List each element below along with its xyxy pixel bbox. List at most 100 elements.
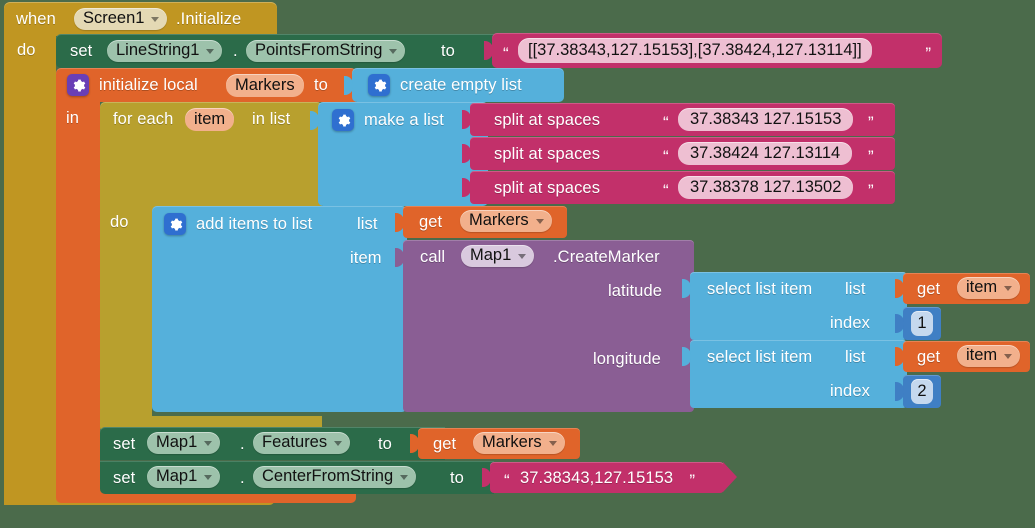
pointsfromstring-dropdown[interactable]: PointsFromString	[246, 40, 406, 62]
text-block-tail	[723, 462, 737, 492]
quote-open: “	[503, 44, 509, 63]
markers-dropdown[interactable]: Markers	[473, 432, 565, 454]
dot-separator: .	[233, 42, 238, 60]
item-dropdown-label: item	[966, 346, 998, 364]
split-at-spaces-label: split at spaces	[494, 179, 601, 197]
loop-variable-field[interactable]: item	[185, 108, 235, 131]
get-markers-block[interactable]: get Markers	[395, 206, 567, 238]
to-label: to	[441, 42, 455, 60]
index-number-field[interactable]: 1	[911, 311, 933, 336]
initialize-local-markers-block[interactable]: initialize local Markers to	[56, 68, 358, 102]
dot-separator: .	[240, 469, 245, 487]
select-list-item-longitude-block[interactable]: select list item list index	[682, 340, 907, 408]
set-map1-features-block[interactable]: set Map1 . Features to	[100, 427, 445, 460]
add-items-to-list-block[interactable]: add items to list list item	[152, 206, 407, 412]
markers-dropdown[interactable]: Markers	[460, 210, 552, 232]
item-dropdown[interactable]: item	[957, 345, 1021, 367]
index-number-field[interactable]: 2	[911, 379, 933, 404]
create-empty-list-block[interactable]: create empty list	[344, 68, 564, 102]
get-label: get	[419, 213, 443, 231]
split-text-field[interactable]: 37.38424 127.13114	[678, 142, 853, 165]
for-each-label: for each	[113, 110, 174, 128]
split-text-field[interactable]: 37.38343 127.15153	[678, 108, 854, 131]
for-each-item-block[interactable]: for each item in list	[100, 102, 422, 136]
quote-open: “	[663, 147, 669, 166]
left-plug	[682, 279, 691, 298]
text-socket	[635, 177, 645, 197]
to-label: to	[314, 76, 328, 94]
map1-dropdown-label: Map1	[156, 433, 198, 451]
item-dropdown[interactable]: item	[957, 277, 1021, 299]
set-label: set	[70, 42, 93, 60]
select-list-item-label: select list item	[707, 348, 813, 366]
points-text-field[interactable]: [[37.38343,127.15153],[37.38424,127.1311…	[518, 38, 872, 63]
event-block-screen1-initialize[interactable]: when Screen1 .Initialize	[4, 2, 277, 36]
left-plug	[482, 468, 491, 487]
features-dropdown-label: Features	[262, 433, 328, 451]
quote-close: ”	[925, 44, 931, 63]
map1-dropdown-label: Map1	[156, 467, 198, 485]
initialize-local-label: initialize local	[99, 76, 198, 94]
split-at-spaces-row[interactable]: split at spaces “ 37.38424 127.13114 ”	[462, 137, 895, 170]
event-block-body	[4, 34, 56, 505]
mutator-gear-icon[interactable]	[332, 109, 354, 131]
chevron-down-icon	[518, 253, 527, 259]
split-at-spaces-row[interactable]: split at spaces “ 37.38378 127.13502 ”	[462, 171, 895, 204]
get-markers-features-block[interactable]: get Markers	[410, 428, 580, 459]
map1-dropdown-label: Map1	[470, 246, 512, 264]
do-label: do	[17, 41, 36, 59]
quote-close: ”	[868, 113, 874, 132]
split-text-field[interactable]: 37.38378 127.13502	[678, 176, 854, 199]
blocks-workspace[interactable]: when Screen1 .Initialize do set LineStri…	[0, 0, 1035, 528]
number-block-index-1[interactable]: 1	[895, 307, 941, 340]
left-plug	[395, 213, 404, 232]
text-block-points-from-string[interactable]: “ [[37.38343,127.15153],[37.38424,127.13…	[484, 33, 942, 68]
get-label: get	[433, 435, 457, 453]
left-plug	[895, 382, 904, 401]
in-label: in	[66, 109, 80, 127]
item-dropdown-label: item	[966, 278, 998, 296]
for-each-do-area	[100, 206, 152, 416]
get-item-latitude-block[interactable]: get item	[895, 273, 1030, 304]
map1-dropdown[interactable]: Map1	[147, 432, 221, 454]
features-dropdown[interactable]: Features	[253, 432, 351, 454]
split-at-spaces-label: split at spaces	[494, 145, 601, 163]
center-text-field[interactable]: 37.38343,127.15153	[520, 470, 673, 487]
call-label: call	[420, 248, 446, 266]
left-plug	[344, 76, 353, 95]
index-socket-label: index	[830, 314, 870, 332]
mutator-gear-icon[interactable]	[164, 213, 186, 235]
mutator-gear-icon[interactable]	[368, 74, 390, 96]
map1-dropdown[interactable]: Map1	[147, 466, 221, 488]
quote-open: “	[663, 113, 669, 132]
get-item-longitude-block[interactable]: get item	[895, 341, 1030, 372]
set-map1-centerfromstring-block[interactable]: set Map1 . CenterFromString to	[100, 461, 495, 494]
call-map1-createmarker-block[interactable]: call Map1 .CreateMarker latitude longitu…	[395, 240, 694, 412]
list-socket-label: list	[845, 348, 866, 366]
centerfromstring-dropdown[interactable]: CenterFromString	[253, 466, 417, 488]
markers-variable-field[interactable]: Markers	[226, 74, 304, 97]
chevron-down-icon	[1004, 285, 1013, 291]
set-linestring1-points-block[interactable]: set LineString1 . PointsFromString to	[56, 34, 506, 68]
markers-dropdown-label: Markers	[469, 211, 529, 229]
left-plug	[682, 347, 691, 366]
number-block-index-2[interactable]: 2	[895, 375, 941, 408]
split-at-spaces-row[interactable]: split at spaces “ 37.38343 127.15153 ”	[462, 103, 895, 136]
left-plug	[410, 434, 419, 453]
screen1-dropdown[interactable]: Screen1	[74, 8, 168, 30]
select-list-item-latitude-block[interactable]: select list item list index	[682, 272, 907, 340]
linestring1-dropdown[interactable]: LineString1	[107, 40, 223, 62]
mutator-gear-icon[interactable]	[67, 74, 89, 96]
to-label: to	[450, 469, 464, 487]
left-plug	[895, 347, 904, 366]
markers-dropdown-label: Markers	[482, 433, 542, 451]
pointsfromstring-dropdown-label: PointsFromString	[255, 41, 383, 59]
when-label: when	[16, 10, 56, 28]
chevron-down-icon	[151, 16, 160, 22]
item-socket-label: item	[350, 249, 382, 267]
map1-dropdown[interactable]: Map1	[461, 245, 535, 267]
text-block-center-from-string[interactable]: “ 37.38343,127.15153 ”	[482, 462, 737, 493]
chevron-down-icon	[400, 474, 409, 480]
chevron-down-icon	[548, 440, 557, 446]
createmarker-label: .CreateMarker	[553, 248, 660, 266]
